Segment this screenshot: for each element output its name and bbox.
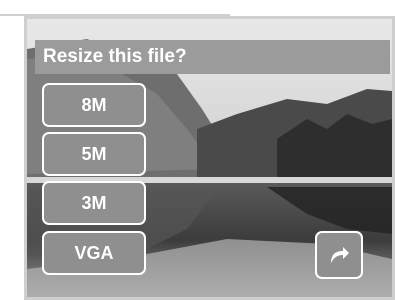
resize-option-3m[interactable]: 3M bbox=[42, 181, 146, 225]
top-divider-line bbox=[0, 0, 230, 16]
resize-option-5m[interactable]: 5M bbox=[42, 132, 146, 176]
resize-option-8m[interactable]: 8M bbox=[42, 83, 146, 127]
return-arrow-icon bbox=[331, 247, 349, 263]
camera-screen: Resize this file? 8M 5M 3M VGA bbox=[24, 16, 395, 300]
resize-option-vga[interactable]: VGA bbox=[42, 231, 146, 275]
dialog-title: Resize this file? bbox=[35, 40, 390, 74]
back-button[interactable] bbox=[315, 231, 363, 279]
